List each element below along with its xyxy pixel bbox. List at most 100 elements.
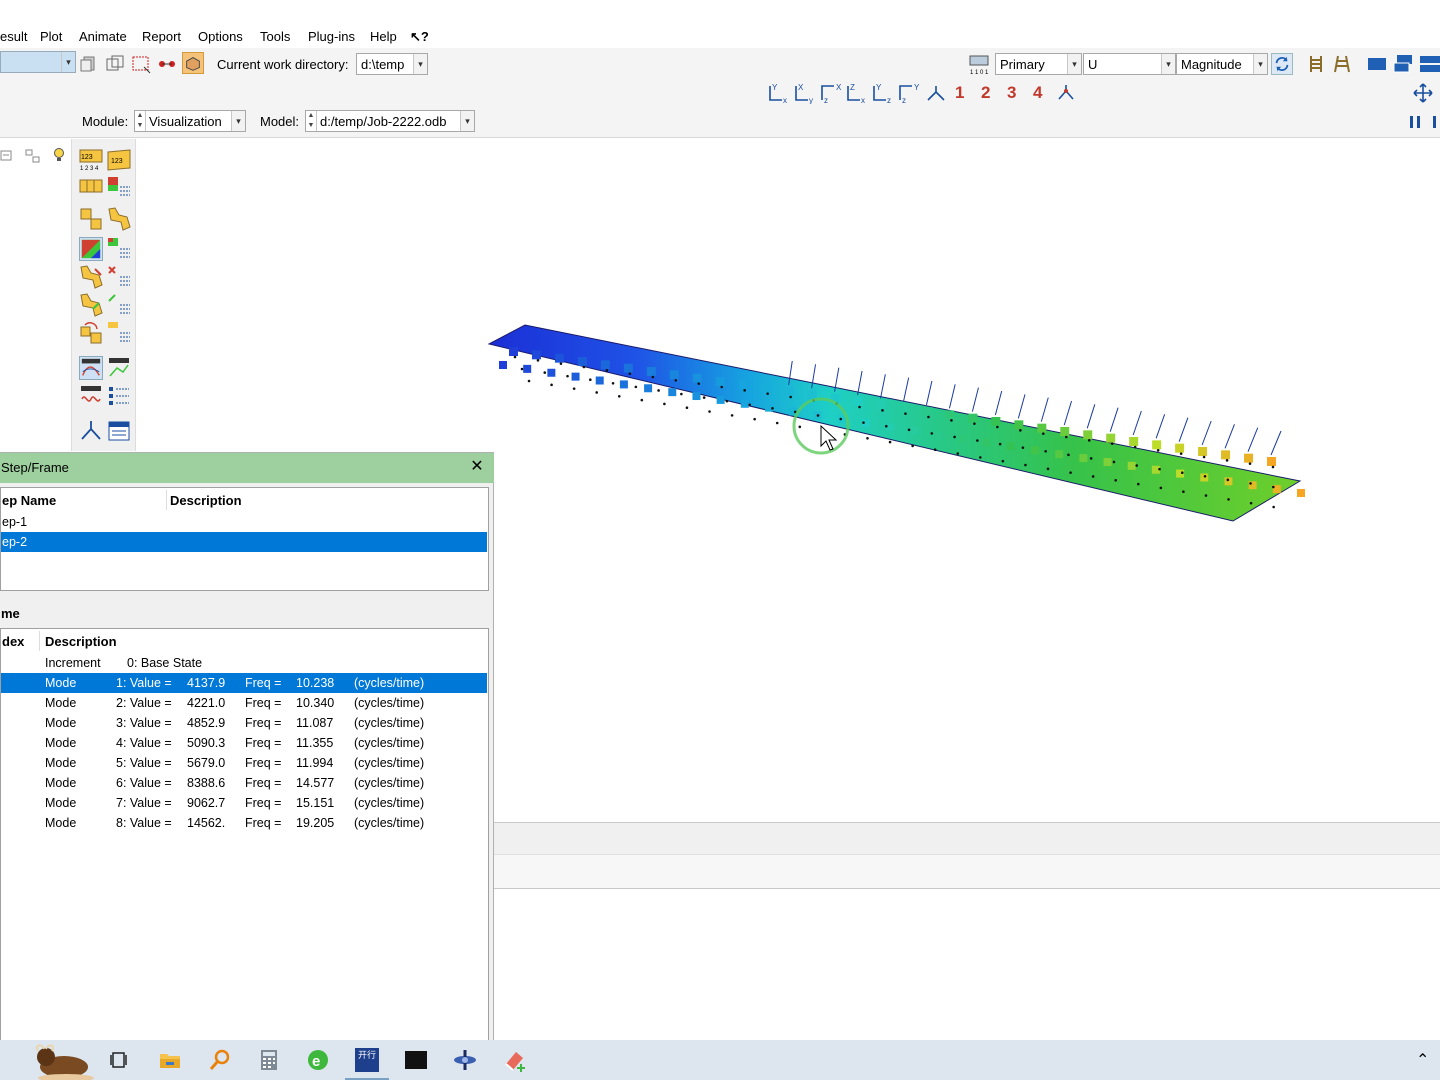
menu-options[interactable]: Options [198,29,243,44]
frame-row[interactable]: Mode 7: Value = 9062.7 Freq = 15.151 (cycles/… [1,793,487,813]
frame-description-header[interactable]: Description [45,634,117,649]
animation-options-icon[interactable] [107,384,131,408]
abaqus-icon[interactable] [453,1048,477,1072]
viewport-tile-icon[interactable] [1418,53,1440,75]
eraser-app-icon[interactable] [502,1048,526,1072]
frame-index-header[interactable]: dex [2,634,24,649]
render-model-icon[interactable] [182,52,204,74]
viewport-single-icon[interactable] [1366,53,1388,75]
tree-expand-icon[interactable] [0,147,18,165]
last-frame-icon[interactable] [1430,111,1440,133]
frame-list[interactable]: dex Description Increment 0: Base State Mo… [0,628,489,1041]
frame-row-selected[interactable]: Mode 1: Value = 4137.9 Freq = 10.238 (cycles/… [1,673,487,693]
menu-tools[interactable]: Tools [260,29,290,44]
menu-animate[interactable]: Animate [79,29,127,44]
viewport-cascade-icon[interactable] [1392,53,1414,75]
frame-type: Mode [45,716,77,730]
mesh-node [605,369,609,372]
plot-deformed-numbered-icon[interactable]: 123 [107,148,131,172]
probe-values-icon[interactable] [156,53,178,75]
sync-icon[interactable] [1271,53,1293,75]
superimpose-options-icon[interactable] [107,321,131,345]
frame-row[interactable]: Increment 0: Base State [1,653,487,673]
menu-report[interactable]: Report [142,29,181,44]
view-3-button[interactable]: 3 [1007,83,1016,103]
scaffold-icon[interactable] [1331,53,1353,75]
plot-undeformed-numbered-icon[interactable]: 123 1 2 3 4 [79,148,103,172]
contour-options-icon[interactable] [107,237,131,261]
plot-material-orientations-icon[interactable] [79,293,103,317]
tray-chevron-icon[interactable]: ⌃ [1416,1050,1429,1070]
invariant-combo[interactable]: Magnitude ▾ [1176,53,1268,75]
frame-row[interactable]: Mode 3: Value = 4852.9 Freq = 11.087 (cycles/… [1,713,487,733]
bank-app-icon[interactable]: 开行 [345,1048,389,1080]
view-cut-icon[interactable] [79,419,103,443]
model-combo[interactable]: ▲ ▼ d:/temp/Job-2222.odb ▾ [305,110,475,132]
menu-plugins[interactable]: Plug-ins [308,29,355,44]
plot-options-list-icon[interactable] [107,175,131,199]
frame-row[interactable]: Mode 8: Value = 14562. Freq = 19.205 (cycles/… [1,813,487,833]
plot-contours-icon[interactable] [79,237,103,261]
menu-result[interactable]: esult [0,29,27,44]
mode-arrow [1270,430,1282,456]
dialog-title: Step/Frame [1,460,69,475]
edge-icon[interactable]: e [306,1048,330,1072]
plot-elements-icon[interactable] [79,175,103,199]
axis-view-icons[interactable]: YxXy zX Zx Yz zY [766,82,948,104]
view-1-button[interactable]: 1 [955,83,964,103]
context-help-icon[interactable]: ↖? [410,29,429,45]
close-icon[interactable]: ✕ [468,458,486,476]
mesh-node [1225,459,1229,462]
animate-time-history-icon[interactable] [107,356,131,380]
view-2-button[interactable]: 2 [981,83,990,103]
menu-plot[interactable]: Plot [40,29,62,44]
frame-row[interactable]: Mode 2: Value = 4221.0 Freq = 10.340 (cycles/… [1,693,487,713]
dialog-title-bar[interactable]: Step/Frame ✕ [0,453,494,483]
frame-type: Mode [45,776,77,790]
animate-harmonic-icon[interactable] [79,384,103,408]
frame-row[interactable]: Mode 6: Value = 8388.6 Freq = 14.577 (cycles/… [1,773,487,793]
cwd-combo[interactable]: d:\temp ▾ [356,53,428,75]
orientation-options-icon[interactable] [107,293,131,317]
frame-row[interactable]: Mode 4: Value = 5090.3 Freq = 11.355 (cycles/… [1,733,487,753]
view-4-button[interactable]: 4 [1033,83,1042,103]
odb-display-options-icon[interactable] [107,419,131,443]
selection-combo[interactable]: ▾ [0,51,76,73]
select-box-icon[interactable] [130,53,152,75]
mesh-node [866,436,869,440]
primary-combo[interactable]: Primary ▾ [995,53,1082,75]
frame-row[interactable]: Mode 5: Value = 5679.0 Freq = 11.994 (cycles/… [1,753,487,773]
field-variable-combo[interactable]: U ▾ [1083,53,1176,75]
animate-scale-factor-icon[interactable] [79,356,103,380]
mesh-node [839,417,843,421]
task-view-icon[interactable] [108,1048,132,1072]
plot-symbols-icon[interactable] [79,265,103,289]
mesh-node [720,385,724,389]
ladder-icon[interactable] [1305,53,1327,75]
custom-view-icon[interactable] [1055,82,1077,104]
step-description-header[interactable]: Description [170,493,242,508]
module-combo[interactable]: ▲ ▼ Visualization ▾ [134,110,246,132]
search-icon[interactable] [208,1048,232,1072]
menu-help[interactable]: Help [370,29,397,44]
tree-filter-icon[interactable] [24,147,42,165]
step-frame-icon[interactable]: 1 1 0 1 0 [968,53,990,75]
step-row-selected[interactable]: ep-2 [1,532,487,552]
plot-undeformed-shape-icon[interactable] [79,207,103,231]
shell-plate [487,324,1302,522]
terminal-icon[interactable] [404,1048,428,1072]
step-list[interactable]: ep Name Description ep-1 ep-2 [0,487,489,591]
pause-icon[interactable] [1404,111,1426,133]
layers-icon[interactable] [104,53,126,75]
file-explorer-icon[interactable] [158,1048,182,1072]
pan-icon[interactable] [1412,82,1434,104]
plot-deformed-shape-icon[interactable] [107,207,131,231]
symbol-options-icon[interactable] [107,265,131,289]
step-name-header[interactable]: ep Name [2,493,56,508]
lightbulb-icon[interactable] [50,146,68,164]
copy-icon[interactable] [78,53,100,75]
step-row[interactable]: ep-1 [1,512,488,532]
allow-multiple-plot-states-icon[interactable] [79,321,103,345]
mesh-node [953,435,956,439]
calculator-icon[interactable] [257,1048,281,1072]
